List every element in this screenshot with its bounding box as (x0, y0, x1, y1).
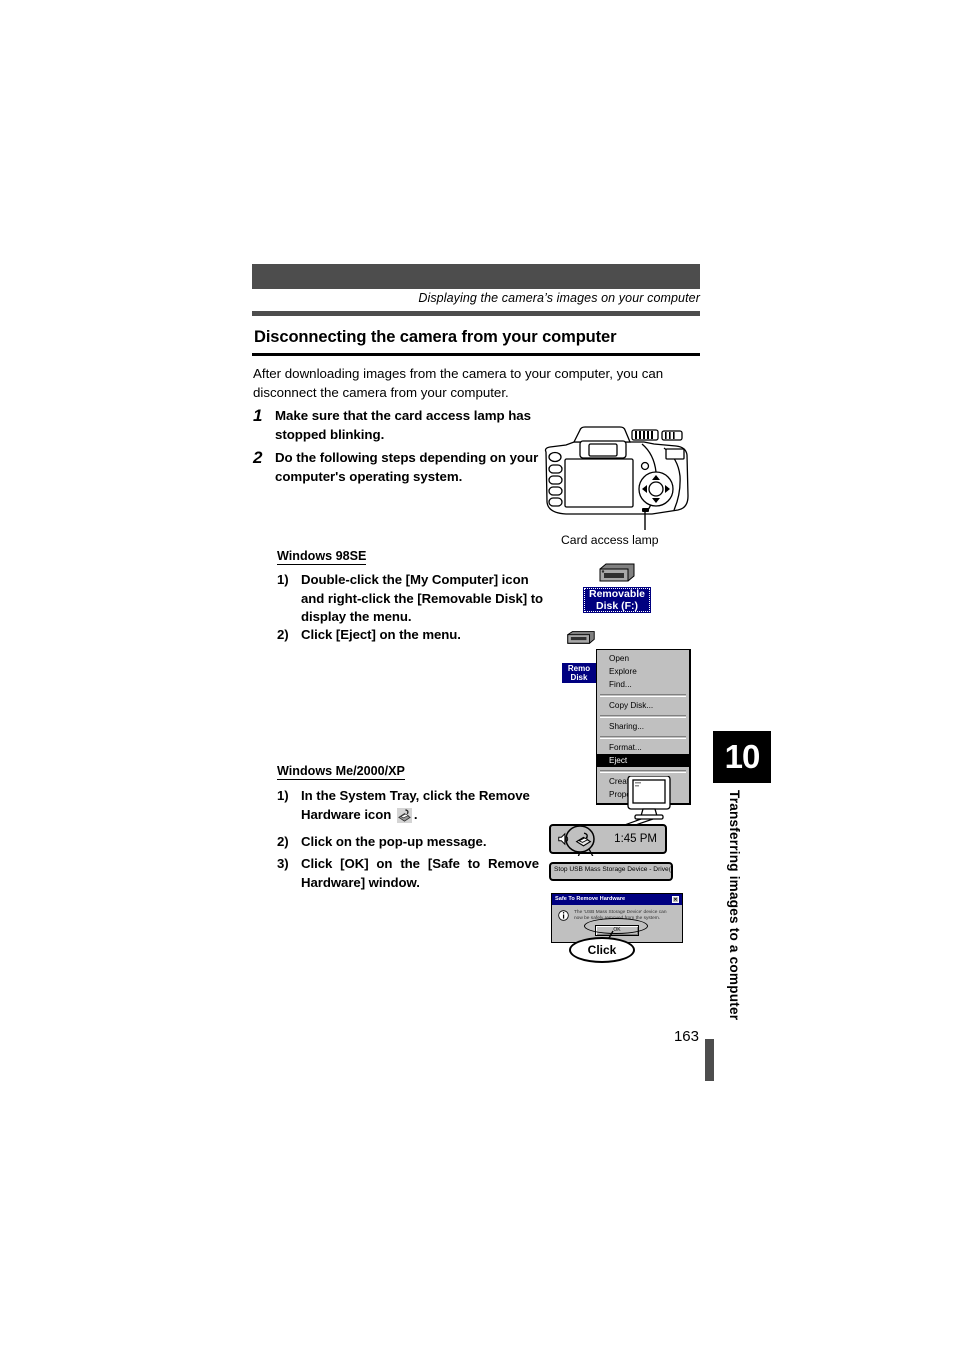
context-menu-item[interactable]: Format... (597, 741, 689, 754)
footer-marker-bar (705, 1039, 714, 1081)
removable-disk-label-line2: Disk (F:) (596, 600, 638, 612)
card-access-lamp-caption: Card access lamp (561, 533, 659, 547)
page-number: 163 (673, 1028, 699, 1045)
header-bar (252, 264, 700, 289)
manual-page: Displaying the camera’s images on your c… (0, 0, 954, 1351)
context-menu-item[interactable]: Explore (597, 665, 689, 678)
drive-icon-wrapper (583, 562, 651, 584)
dialog-message: The 'USB Mass Storage Device' device can… (574, 910, 667, 921)
windowsme-step-2: 2) Click on the pop-up message. (277, 833, 539, 852)
step-2: 2 Do the following steps depending on yo… (253, 448, 543, 486)
windowsme-step-3-marker: 3) (277, 856, 289, 871)
chapter-title-vertical: Transferring images to a computer (727, 790, 742, 1021)
context-menu-separator (600, 769, 686, 773)
context-menu-item[interactable]: Sharing... (597, 720, 689, 733)
info-icon (558, 910, 569, 921)
step-2-number: 2 (253, 448, 263, 467)
windowsme-step-1-text: In the System Tray, click the Remove Har… (301, 787, 539, 828)
ghost-line1: Remo (567, 664, 591, 673)
windows98-step-2-text: Click [Eject] on the menu. (301, 627, 461, 642)
context-menu-item[interactable]: Find... (597, 678, 689, 691)
windows98-step-1-text: Double-click the [My Computer] icon and … (301, 572, 544, 624)
step-1-number: 1 (253, 406, 263, 425)
windows98-step-2-marker: 2) (277, 627, 289, 642)
dialog-title-text: Safe To Remove Hardware (555, 896, 626, 902)
page-title: Disconnecting the camera from your compu… (254, 328, 617, 346)
windowsme-heading: Windows Me/2000/XP (277, 764, 405, 780)
safe-to-remove-dialog: Safe To Remove Hardware ✕ The 'USB Mass … (551, 893, 683, 943)
dialog-title-bar: Safe To Remove Hardware ✕ (552, 894, 682, 905)
windows98-step-1: 1) Double-click the [My Computer] icon a… (277, 571, 547, 627)
ghost-line2: Disk (570, 673, 588, 682)
dialog-body: The 'USB Mass Storage Device' device can… (552, 905, 682, 925)
ok-button[interactable]: OK (595, 925, 639, 936)
intro-paragraph: After downloading images from the camera… (253, 366, 664, 400)
windowsme-step-1: 1) In the System Tray, click the Remove … (277, 787, 539, 828)
windowsme-step-3: 3) Click [OK] on the [Safe to Remove Har… (277, 855, 539, 892)
remove-hardware-icon (396, 807, 412, 829)
windowsme-step-2-text: Click on the pop-up message. (301, 834, 487, 849)
camera-rear-illustration (536, 424, 696, 537)
close-icon[interactable]: ✕ (672, 896, 679, 903)
header-rule (252, 311, 700, 316)
system-tray[interactable]: 1:45 PM (549, 824, 667, 854)
system-tray-figure: 1:45 PM Stop USB Mass Storage Device - D… (549, 776, 694, 881)
step-2-text: Do the following steps depending on your… (275, 450, 539, 484)
windows98-heading: Windows 98SE (277, 549, 367, 565)
windowsme-step-3-text: Click [OK] on the [Safe to Remove Hardwa… (301, 856, 539, 890)
safe-to-remove-dialog-figure: Safe To Remove Hardware ✕ The 'USB Mass … (551, 893, 691, 963)
removable-disk-icon-small (567, 631, 595, 644)
windows98-step-2: 2) Click [Eject] on the menu. (277, 626, 547, 645)
context-menu-item[interactable]: Open (597, 652, 689, 665)
windows98-step-1-marker: 1) (277, 572, 289, 587)
removable-disk-label: Removable Disk (F:) (583, 587, 651, 613)
context-menu-separator (600, 693, 686, 697)
removable-disk-label-ghost: Remo Disk (562, 663, 596, 683)
windowsme-step-1-text-after: . (413, 806, 418, 822)
context-menu-item[interactable]: Copy Disk... (597, 699, 689, 712)
windowsme-step-2-marker: 2) (277, 834, 289, 849)
removable-disk-icon (599, 563, 635, 582)
removable-disk-label-line1: Removable (588, 588, 646, 600)
remove-hardware-tray-icon[interactable] (575, 831, 592, 848)
windowsme-step-1-marker: 1) (277, 788, 289, 803)
context-menu-item[interactable]: Eject (597, 754, 689, 767)
context-menu-separator (600, 714, 686, 718)
monitor-illustration (625, 776, 671, 824)
context-menu-separator (600, 735, 686, 739)
running-head: Displaying the camera’s images on your c… (418, 291, 700, 305)
removable-disk-icon-figure: Removable Disk (F:) (583, 562, 651, 613)
tray-popup-text: Stop USB Mass Storage Device - Drive(G:) (554, 866, 673, 873)
click-callout: Click (569, 937, 635, 963)
section-rule (252, 353, 700, 356)
chapter-number-tab: 10 (713, 731, 771, 783)
step-1-text: Make sure that the card access lamp has … (275, 408, 531, 442)
step-1: 1 Make sure that the card access lamp ha… (253, 406, 543, 444)
tray-clock: 1:45 PM (614, 833, 657, 845)
tray-popup-message[interactable]: Stop USB Mass Storage Device - Drive(G:) (549, 862, 673, 881)
speaker-icon[interactable] (557, 832, 571, 846)
